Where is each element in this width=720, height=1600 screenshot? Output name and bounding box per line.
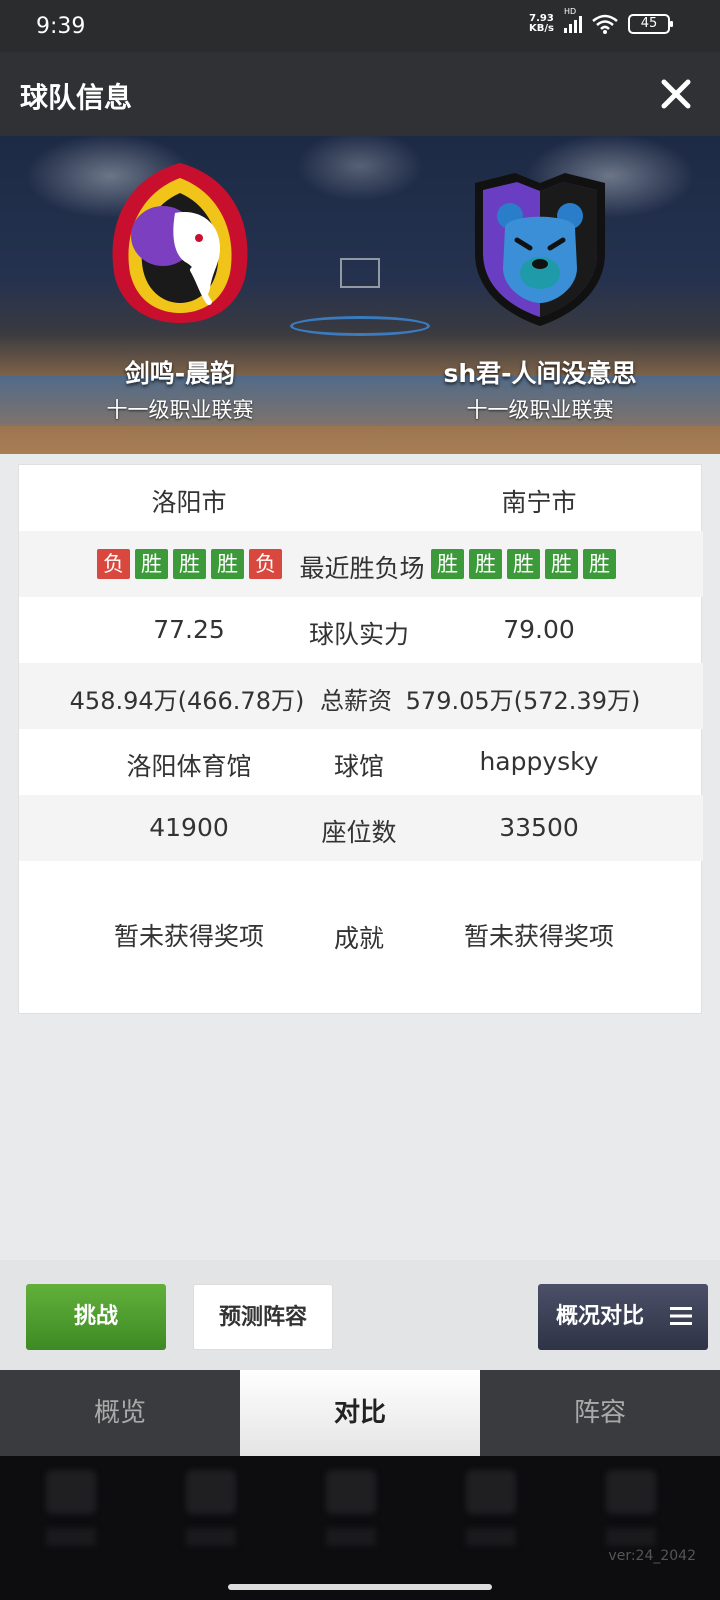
win-badge: 胜 — [173, 549, 206, 579]
battery-level: 45 — [640, 16, 658, 31]
left-team-name: 剑鸣-晨韵 — [124, 359, 236, 388]
arena-row: 洛阳体育馆 球馆 happysky — [19, 729, 703, 795]
version-label: ver:24_2042 — [608, 1548, 696, 1564]
header: 球队信息 — [0, 52, 720, 136]
left-team-league: 十一级职业联赛 — [106, 398, 254, 422]
right-city: 南宁市 — [501, 488, 577, 517]
left-salary: 458.94万(466.78万) — [69, 687, 305, 715]
tab-lineup[interactable]: 阵容 — [480, 1370, 720, 1456]
team-banner: 剑鸣-晨韵 十一级职业联赛 sh君-人间没意思 十一级职业联赛 — [0, 136, 720, 454]
comparison-card: 洛阳市 南宁市 负胜胜胜负 最近胜负场 胜胜胜胜胜 77.25 球队实力 79.… — [18, 464, 703, 1014]
left-recent-results: 负胜胜胜负 — [97, 549, 282, 579]
predict-lineup-button[interactable]: 预测阵容 — [193, 1284, 333, 1350]
right-team-name: sh君-人间没意思 — [443, 359, 637, 388]
win-badge: 胜 — [431, 549, 464, 579]
blurred-nav-label — [606, 1528, 656, 1546]
blurred-nav-icon — [326, 1470, 376, 1514]
salary-label: 总薪资 — [320, 687, 392, 715]
home-indicator[interactable] — [228, 1584, 492, 1590]
tab-overview[interactable]: 概览 — [0, 1370, 240, 1456]
signal-strength-icon: HD — [564, 7, 582, 33]
action-bar: 挑战 预测阵容 概况对比 — [0, 1260, 720, 1370]
win-badge: 胜 — [469, 549, 502, 579]
hd-label: HD — [564, 7, 577, 16]
win-badge: 胜 — [583, 549, 616, 579]
close-icon[interactable] — [656, 74, 696, 114]
elephant-logo-icon — [112, 163, 248, 323]
blurred-nav-icon — [46, 1470, 96, 1514]
hoop-graphic — [340, 258, 380, 288]
left-strength: 77.25 — [153, 615, 225, 644]
win-badge: 胜 — [545, 549, 578, 579]
overview-compare-label: 概况对比 — [556, 1304, 645, 1329]
status-time: 9:39 — [36, 14, 86, 39]
net-speed-unit: KB/s — [529, 23, 554, 34]
left-achievement: 暂未获得奖项 — [113, 922, 264, 951]
recent-results-row: 负胜胜胜负 最近胜负场 胜胜胜胜胜 — [19, 531, 703, 597]
loss-badge: 负 — [249, 549, 282, 579]
blurred-nav-icon — [466, 1470, 516, 1514]
recent-results-label: 最近胜负场 — [299, 554, 425, 583]
wifi-icon — [592, 14, 618, 34]
blurred-nav-label — [186, 1528, 236, 1546]
tab-compare[interactable]: 对比 — [240, 1370, 480, 1456]
blurred-nav-label — [326, 1528, 376, 1546]
achievement-row: 暂未获得奖项 成就 暂未获得奖项 — [19, 861, 703, 1011]
tab-bar: 概览 对比 阵容 — [0, 1370, 720, 1456]
bear-logo-icon — [475, 173, 605, 326]
left-arena: 洛阳体育馆 — [126, 752, 252, 781]
win-badge: 胜 — [135, 549, 168, 579]
menu-icon — [670, 1307, 692, 1325]
city-row: 洛阳市 南宁市 — [19, 465, 703, 531]
battery-icon: 45 — [628, 14, 673, 34]
right-seats: 33500 — [499, 813, 579, 842]
strength-row: 77.25 球队实力 79.00 — [19, 597, 703, 663]
right-arena: happysky — [479, 747, 599, 776]
blurred-nav-label — [46, 1528, 96, 1546]
left-city: 洛阳市 — [151, 488, 227, 517]
blurred-nav-icon — [186, 1470, 236, 1514]
bottom-navigation-blurred: ver:24_2042 — [0, 1456, 720, 1600]
overview-compare-button[interactable]: 概况对比 — [538, 1284, 708, 1350]
salary-row: 458.94万(466.78万) 总薪资 579.05万(572.39万) — [19, 663, 703, 729]
right-salary: 579.05万(572.39万) — [405, 687, 641, 715]
right-achievement: 暂未获得奖项 — [463, 922, 614, 951]
right-strength: 79.00 — [503, 615, 575, 644]
right-recent-results: 胜胜胜胜胜 — [431, 549, 616, 579]
blurred-nav-label — [466, 1528, 516, 1546]
center-circle-graphic — [290, 316, 430, 336]
seats-row: 41900 座位数 33500 — [19, 795, 703, 861]
left-seats: 41900 — [149, 813, 229, 842]
challenge-button[interactable]: 挑战 — [26, 1284, 166, 1350]
win-badge: 胜 — [211, 549, 244, 579]
net-speed-indicator: 7.93 KB/s — [529, 14, 554, 34]
status-icons: 7.93 KB/s HD 45 — [529, 7, 673, 34]
loss-badge: 负 — [97, 549, 130, 579]
blurred-nav-icon — [606, 1470, 656, 1514]
win-badge: 胜 — [507, 549, 540, 579]
right-team-league: 十一级职业联赛 — [466, 398, 614, 422]
status-bar: 9:39 7.93 KB/s HD 45 — [0, 0, 720, 52]
page-title: 球队信息 — [20, 81, 133, 114]
